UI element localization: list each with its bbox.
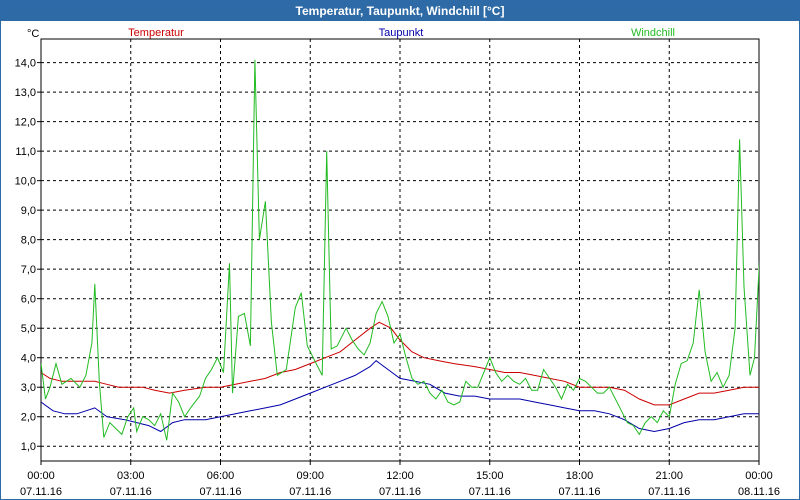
legend-windchill: Windchill	[631, 27, 675, 39]
x-tick-time-label: 18:00	[566, 470, 594, 482]
x-tick-date-label: 07.11.16	[379, 486, 421, 498]
x-tick-date-label: 07.11.16	[20, 486, 62, 498]
x-tick-time-label: 12:00	[386, 470, 414, 482]
x-tick-time-label: 03:00	[117, 470, 145, 482]
x-tick-time-label: 15:00	[476, 470, 504, 482]
y-tick-label: 3,0	[21, 382, 36, 394]
x-tick-time-label: 00:00	[27, 470, 55, 482]
y-tick-label: 13,0	[15, 87, 36, 99]
y-tick-label: 10,0	[15, 176, 36, 188]
x-tick-date-label: 07.11.16	[110, 486, 152, 498]
y-tick-label: 8,0	[21, 235, 36, 247]
x-tick-date-label: 07.11.16	[648, 486, 690, 498]
x-tick-date-label: 07.11.16	[199, 486, 241, 498]
y-tick-label: 5,0	[21, 323, 36, 335]
y-tick-label: 12,0	[15, 117, 36, 129]
y-tick-label: 6,0	[21, 294, 36, 306]
legend-taupunkt: Taupunkt	[379, 27, 424, 39]
x-tick-time-label: 06:00	[207, 470, 235, 482]
y-tick-label: 1,0	[21, 441, 36, 453]
y-tick-label: 7,0	[21, 264, 36, 276]
legend-temperatur: Temperatur	[128, 27, 184, 39]
y-axis-label: °C	[27, 28, 39, 40]
chart-title: Temperatur, Taupunkt, Windchill [°C]	[1, 1, 799, 21]
y-tick-label: 11,0	[15, 146, 36, 158]
x-tick-time-label: 00:00	[745, 470, 773, 482]
x-tick-time-label: 09:00	[296, 470, 324, 482]
y-tick-label: 9,0	[21, 205, 36, 217]
x-tick-time-label: 21:00	[655, 470, 683, 482]
x-tick-date-label: 07.11.16	[469, 486, 511, 498]
y-tick-label: 4,0	[21, 353, 36, 365]
y-tick-label: 2,0	[21, 412, 36, 424]
y-tick-label: 14,0	[15, 58, 36, 70]
chart-plot: 1,0 2,0 3,0 4,0 5,0 6,0 7,0 8,0 9,0 10,0 11,0 12,0 1…	[15, 27, 780, 498]
chart-window: Temperatur, Taupunkt, Windchill [°C] 1,0…	[0, 0, 800, 500]
x-tick-date-label: 08.11.16	[738, 486, 780, 498]
x-tick-date-label: 07.11.16	[289, 486, 331, 498]
x-tick-date-label: 07.11.16	[558, 486, 600, 498]
